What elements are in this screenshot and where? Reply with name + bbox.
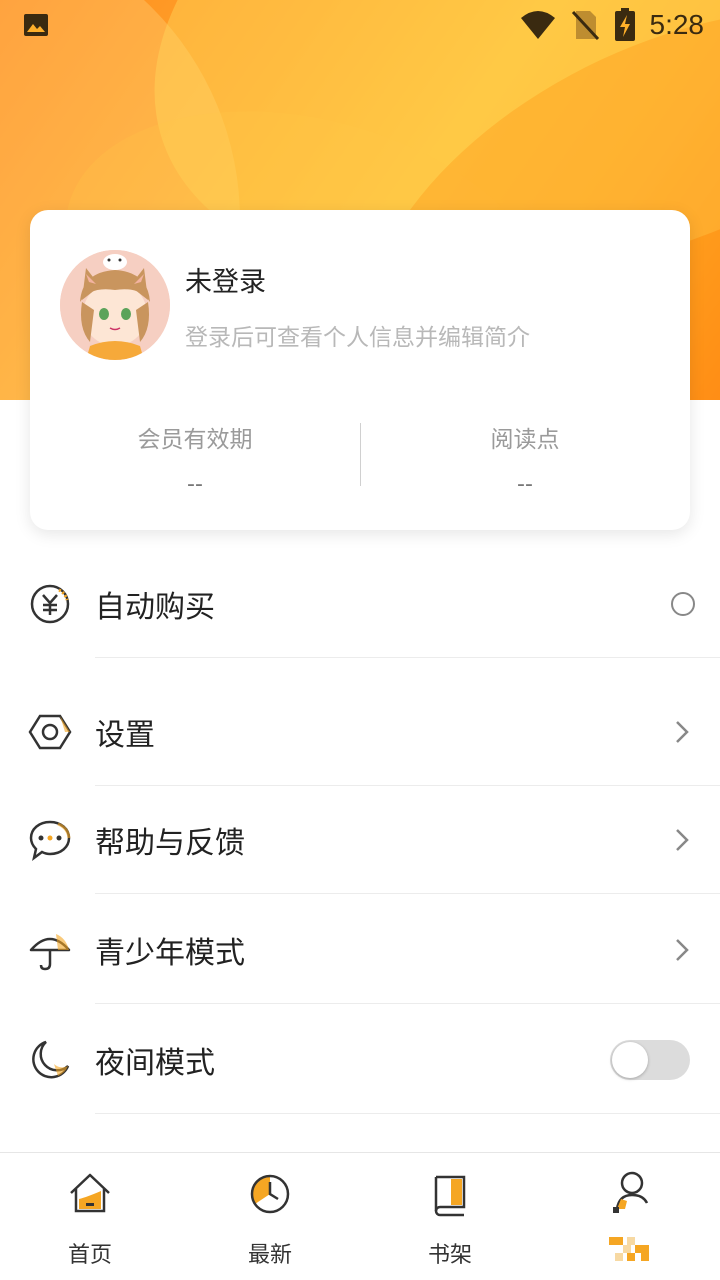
nav-label: 书架 <box>427 1243 472 1268</box>
menu-label: 青少年模式 <box>95 936 245 971</box>
menu-item-help-feedback[interactable]: 帮助与反馈 <box>0 786 720 894</box>
image-icon <box>24 14 48 36</box>
stat-label: 阅读点 <box>490 427 560 453</box>
nav-item-home[interactable]: 首页 <box>0 1153 180 1280</box>
avatar[interactable] <box>60 250 170 360</box>
stat-reading-points[interactable]: 阅读点 -- <box>360 420 690 497</box>
chevron-right-icon <box>676 829 689 851</box>
menu-label: 夜间模式 <box>95 1046 215 1081</box>
book-icon <box>434 1175 466 1217</box>
menu-label: 帮助与反馈 <box>95 826 245 861</box>
no-sim-icon <box>571 10 599 41</box>
status-time: 5:28 <box>649 9 705 40</box>
menu-item-night-mode[interactable]: 夜间模式 <box>0 1006 720 1114</box>
battery-charging-icon <box>614 8 635 41</box>
profile-active-indicator-icon <box>609 1237 649 1261</box>
hex-nut-icon <box>28 714 72 750</box>
home-icon <box>70 1173 110 1213</box>
avatar-illustration <box>60 250 170 360</box>
stat-membership[interactable]: 会员有效期 -- <box>30 420 360 497</box>
menu-label: 自动购买 <box>95 590 215 625</box>
bottom-nav: 首页 最新 书架 <box>0 1152 720 1280</box>
chat-bubble-icon <box>29 820 71 862</box>
menu-item-auto-purchase[interactable]: 自动购买 <box>0 550 720 658</box>
profile-subtitle: 登录后可查看个人信息并编辑简介 <box>185 325 530 351</box>
toggle-knob <box>612 1042 648 1078</box>
nav-label: 首页 <box>67 1243 112 1268</box>
chevron-right-icon <box>676 721 689 743</box>
auto-purchase-radio[interactable] <box>671 592 695 616</box>
wifi-icon <box>520 11 555 39</box>
clock-icon <box>250 1174 290 1214</box>
stat-label: 会员有效期 <box>137 427 253 453</box>
nav-item-profile[interactable] <box>540 1153 720 1280</box>
menu-item-youth-mode[interactable]: 青少年模式 <box>0 896 720 1004</box>
status-bar: 5:28 <box>0 0 720 50</box>
stat-value: -- <box>187 472 203 497</box>
nav-label: 最新 <box>247 1243 292 1268</box>
stat-value: -- <box>517 472 533 497</box>
menu-item-settings[interactable]: 设置 <box>0 678 720 786</box>
night-mode-toggle[interactable] <box>610 1040 690 1080</box>
profile-card[interactable]: 未登录 登录后可查看个人信息并编辑简介 会员有效期 -- 阅读点 -- <box>30 210 690 530</box>
nav-item-bookshelf[interactable]: 书架 <box>360 1153 540 1280</box>
profile-icon <box>613 1171 649 1213</box>
moon-icon <box>32 1040 70 1079</box>
menu-label: 设置 <box>95 718 155 753</box>
profile-name[interactable]: 未登录 <box>185 260 266 299</box>
umbrella-icon <box>29 934 71 971</box>
coin-icon <box>30 584 70 624</box>
chevron-right-icon <box>676 939 689 961</box>
nav-item-latest[interactable]: 最新 <box>180 1153 360 1280</box>
